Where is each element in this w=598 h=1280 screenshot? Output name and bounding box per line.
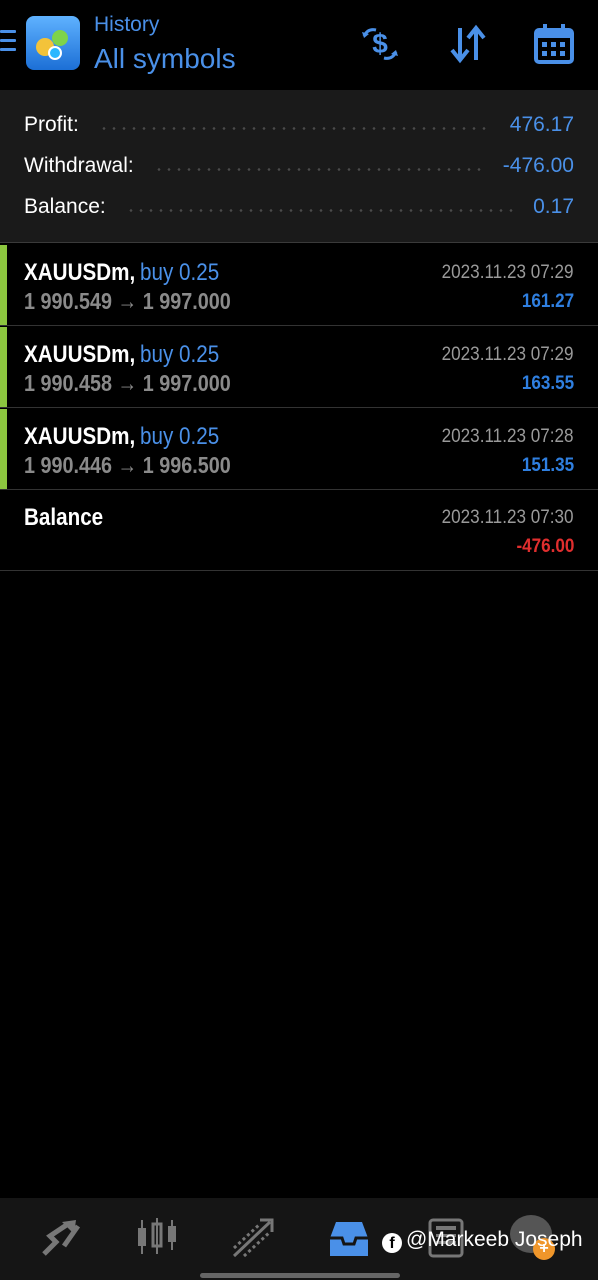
balance-operation-amount: -476.00 bbox=[515, 536, 574, 557]
watermark: f @Markeeb Joseph bbox=[382, 1228, 583, 1253]
facebook-icon: f bbox=[382, 1233, 402, 1253]
dotted-leader bbox=[153, 167, 483, 171]
trade-icon[interactable] bbox=[38, 1216, 84, 1260]
trade-prices: 1 990.458 → 1 997.000 bbox=[24, 370, 231, 396]
trade-symbol: XAUUSDm, bbox=[24, 341, 136, 368]
profit-label: Profit: bbox=[24, 113, 79, 136]
balance-operation-time: 2023.11.23 07:30 bbox=[442, 507, 574, 528]
balance-value: 0.17 bbox=[533, 195, 574, 218]
trends-icon[interactable] bbox=[230, 1216, 276, 1260]
deposit-withdrawal-icon[interactable]: $ bbox=[358, 22, 402, 66]
trade-type: buy 0.25 bbox=[140, 423, 220, 450]
buy-indicator-bar bbox=[0, 409, 7, 489]
trade-symbol: XAUUSDm, bbox=[24, 423, 136, 450]
app-header: History All symbols $ bbox=[0, 0, 598, 90]
trade-prices: 1 990.549 → 1 997.000 bbox=[24, 288, 231, 314]
balance-operation-label: Balance bbox=[24, 504, 104, 531]
balance-label: Balance: bbox=[24, 195, 106, 218]
trade-type: buy 0.25 bbox=[140, 341, 220, 368]
calendar-icon[interactable] bbox=[532, 22, 576, 66]
sort-icon[interactable] bbox=[446, 22, 490, 66]
page-subtitle: History bbox=[94, 13, 160, 36]
trade-time: 2023.11.23 07:29 bbox=[442, 262, 574, 283]
trade-type: buy 0.25 bbox=[140, 259, 220, 286]
trade-prices: 1 990.446 → 1 996.500 bbox=[24, 452, 231, 478]
trade-time: 2023.11.23 07:29 bbox=[442, 344, 574, 365]
dotted-leader bbox=[98, 126, 490, 130]
withdrawal-label: Withdrawal: bbox=[24, 154, 134, 177]
balance-operation-row[interactable]: Balance 2023.11.23 07:30 -476.00 bbox=[0, 490, 598, 571]
profit-row: Profit: 476.17 bbox=[24, 110, 574, 140]
app-logo bbox=[26, 16, 80, 70]
balance-row: Balance: 0.17 bbox=[24, 192, 574, 222]
profit-value: 476.17 bbox=[509, 113, 574, 136]
buy-indicator-bar bbox=[0, 245, 7, 325]
trade-row[interactable]: XAUUSDm, buy 0.25 1 990.458 → 1 997.000 … bbox=[0, 327, 598, 408]
withdrawal-value: -476.00 bbox=[502, 154, 574, 177]
dotted-leader bbox=[125, 208, 514, 212]
trade-profit: 151.35 bbox=[521, 455, 574, 476]
watermark-text: @Markeeb Joseph bbox=[406, 1228, 583, 1251]
trade-profit: 161.27 bbox=[521, 291, 574, 312]
history-icon[interactable] bbox=[326, 1216, 372, 1260]
trade-profit: 163.55 bbox=[521, 373, 574, 394]
buy-indicator-bar bbox=[0, 327, 7, 407]
withdrawal-row: Withdrawal: -476.00 bbox=[24, 151, 574, 181]
home-indicator[interactable] bbox=[200, 1273, 400, 1278]
symbol-filter[interactable]: All symbols bbox=[94, 43, 236, 75]
menu-icon[interactable] bbox=[0, 30, 16, 56]
svg-text:$: $ bbox=[372, 28, 388, 59]
trade-row[interactable]: XAUUSDm, buy 0.25 1 990.549 → 1 997.000 … bbox=[0, 245, 598, 326]
chart-icon[interactable] bbox=[134, 1216, 180, 1260]
history-summary: Profit: 476.17 Withdrawal: -476.00 Balan… bbox=[0, 90, 598, 243]
trade-time: 2023.11.23 07:28 bbox=[442, 426, 574, 447]
trade-symbol: XAUUSDm, bbox=[24, 259, 136, 286]
trade-row[interactable]: XAUUSDm, buy 0.25 1 990.446 → 1 996.500 … bbox=[0, 409, 598, 490]
